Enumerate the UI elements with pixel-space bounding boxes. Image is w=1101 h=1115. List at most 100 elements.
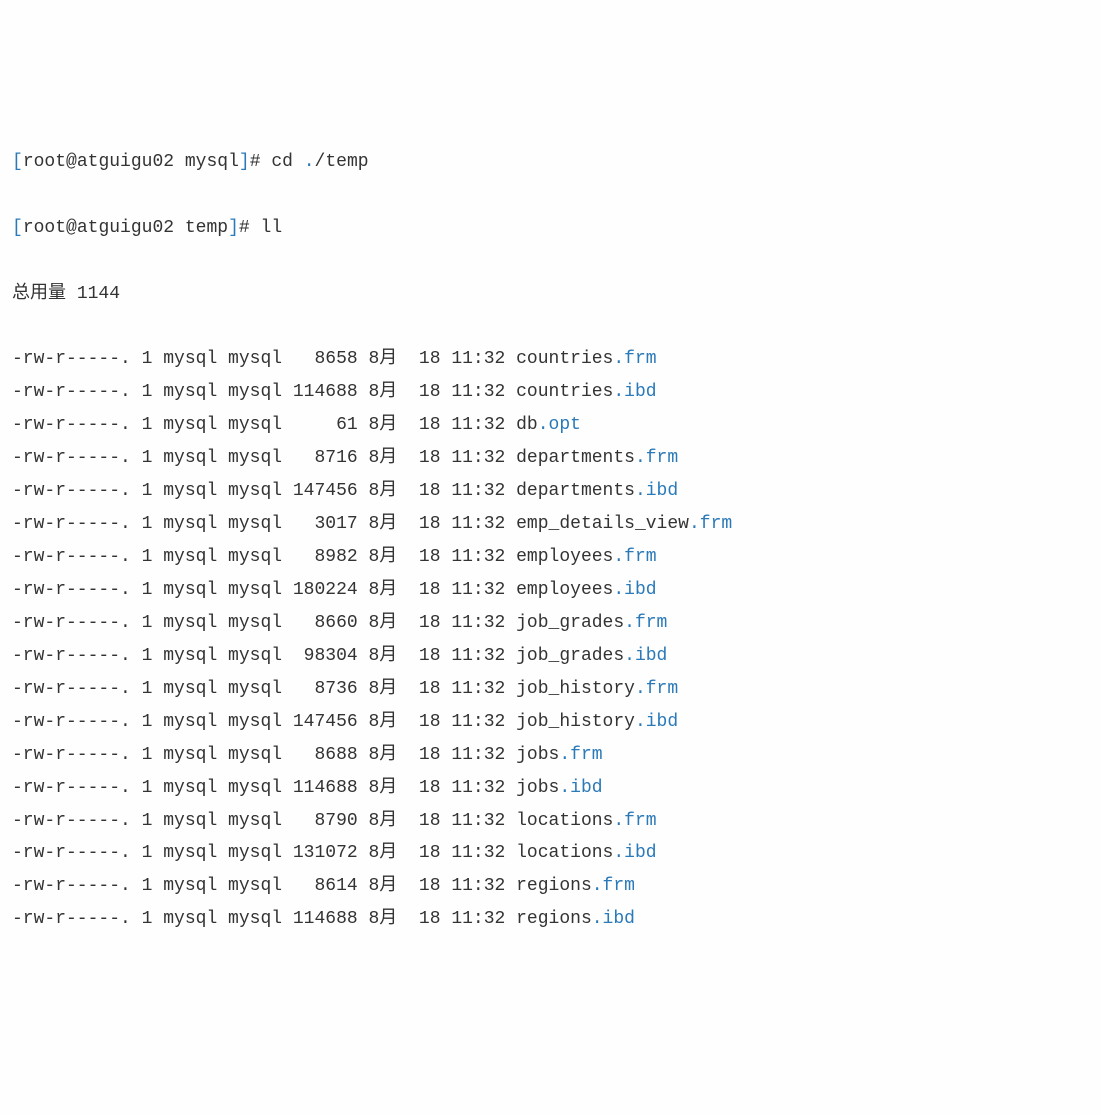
file-name: locations [505,843,613,863]
total-label: 总用量 [12,284,77,304]
file-permissions: -rw-r-----. [12,481,131,501]
file-time: 11:32 [441,778,506,798]
file-day: 18 [397,745,440,765]
file-permissions: -rw-r-----. [12,745,131,765]
file-name: jobs [505,745,559,765]
file-name: locations [505,811,613,831]
file-permissions: -rw-r-----. [12,613,131,633]
file-group: mysql [217,514,282,534]
file-extension: .frm [592,876,635,896]
file-size: 131072 [282,843,358,863]
file-extension: .ibd [635,712,678,732]
file-name: emp_details_view [505,514,689,534]
file-permissions: -rw-r-----. [12,547,131,567]
file-group: mysql [217,778,282,798]
file-name: job_grades [505,613,624,633]
file-name: employees [505,547,613,567]
file-month: 8月 [358,514,398,534]
file-links: 1 [131,514,153,534]
file-time: 11:32 [441,514,506,534]
bracket-close: ] [239,152,250,172]
file-time: 11:32 [441,613,506,633]
file-group: mysql [217,481,282,501]
file-group: mysql [217,349,282,369]
file-extension: .frm [613,811,656,831]
file-permissions: -rw-r-----. [12,876,131,896]
file-name: countries [505,349,613,369]
file-links: 1 [131,843,153,863]
file-extension: .frm [613,547,656,567]
file-size: 114688 [282,909,358,929]
file-day: 18 [397,876,440,896]
file-day: 18 [397,349,440,369]
file-row: -rw-r-----. 1 mysql mysql 8660 8月 18 11:… [12,607,1089,640]
file-permissions: -rw-r-----. [12,679,131,699]
file-extension: .opt [538,415,581,435]
prompt-host: atguigu02 [77,218,174,238]
file-group: mysql [217,547,282,567]
file-row: -rw-r-----. 1 mysql mysql 147456 8月 18 1… [12,706,1089,739]
file-time: 11:32 [441,646,506,666]
file-name: db [505,415,537,435]
file-permissions: -rw-r-----. [12,580,131,600]
file-group: mysql [217,415,282,435]
file-size: 98304 [282,646,358,666]
file-row: -rw-r-----. 1 mysql mysql 61 8月 18 11:32… [12,409,1089,442]
file-day: 18 [397,547,440,567]
file-extension: .frm [613,349,656,369]
file-time: 11:32 [441,547,506,567]
prompt-line-2: [root@atguigu02 temp]# ll [12,212,1089,245]
file-group: mysql [217,909,282,929]
file-month: 8月 [358,415,398,435]
file-time: 11:32 [441,580,506,600]
file-row: -rw-r-----. 1 mysql mysql 8688 8月 18 11:… [12,739,1089,772]
file-time: 11:32 [441,382,506,402]
file-day: 18 [397,811,440,831]
command-path: /temp [315,152,369,172]
file-day: 18 [397,646,440,666]
file-owner: mysql [152,481,217,501]
file-links: 1 [131,481,153,501]
file-links: 1 [131,712,153,732]
prompt-dir: temp [185,218,228,238]
file-name: regions [505,909,591,929]
at-symbol: @ [66,218,77,238]
file-group: mysql [217,679,282,699]
file-links: 1 [131,811,153,831]
file-extension: .frm [689,514,732,534]
file-owner: mysql [152,745,217,765]
file-links: 1 [131,415,153,435]
file-group: mysql [217,712,282,732]
file-row: -rw-r-----. 1 mysql mysql 147456 8月 18 1… [12,475,1089,508]
command-cd: cd [271,152,303,172]
file-time: 11:32 [441,349,506,369]
file-size: 61 [282,415,358,435]
file-row: -rw-r-----. 1 mysql mysql 8736 8月 18 11:… [12,673,1089,706]
file-row: -rw-r-----. 1 mysql mysql 98304 8月 18 11… [12,640,1089,673]
file-extension: .ibd [613,382,656,402]
file-month: 8月 [358,843,398,863]
at-symbol: @ [66,152,77,172]
file-name: job_grades [505,646,624,666]
file-month: 8月 [358,448,398,468]
file-owner: mysql [152,514,217,534]
file-row: -rw-r-----. 1 mysql mysql 8982 8月 18 11:… [12,541,1089,574]
file-listing: -rw-r-----. 1 mysql mysql 8658 8月 18 11:… [12,343,1089,936]
file-group: mysql [217,580,282,600]
file-size: 8982 [282,547,358,567]
file-day: 18 [397,481,440,501]
file-links: 1 [131,382,153,402]
file-month: 8月 [358,613,398,633]
file-owner: mysql [152,349,217,369]
file-time: 11:32 [441,811,506,831]
file-name: departments [505,481,635,501]
file-day: 18 [397,514,440,534]
file-permissions: -rw-r-----. [12,349,131,369]
file-day: 18 [397,415,440,435]
file-time: 11:32 [441,481,506,501]
file-size: 114688 [282,778,358,798]
file-month: 8月 [358,745,398,765]
file-day: 18 [397,712,440,732]
file-links: 1 [131,876,153,896]
file-row: -rw-r-----. 1 mysql mysql 8658 8月 18 11:… [12,343,1089,376]
